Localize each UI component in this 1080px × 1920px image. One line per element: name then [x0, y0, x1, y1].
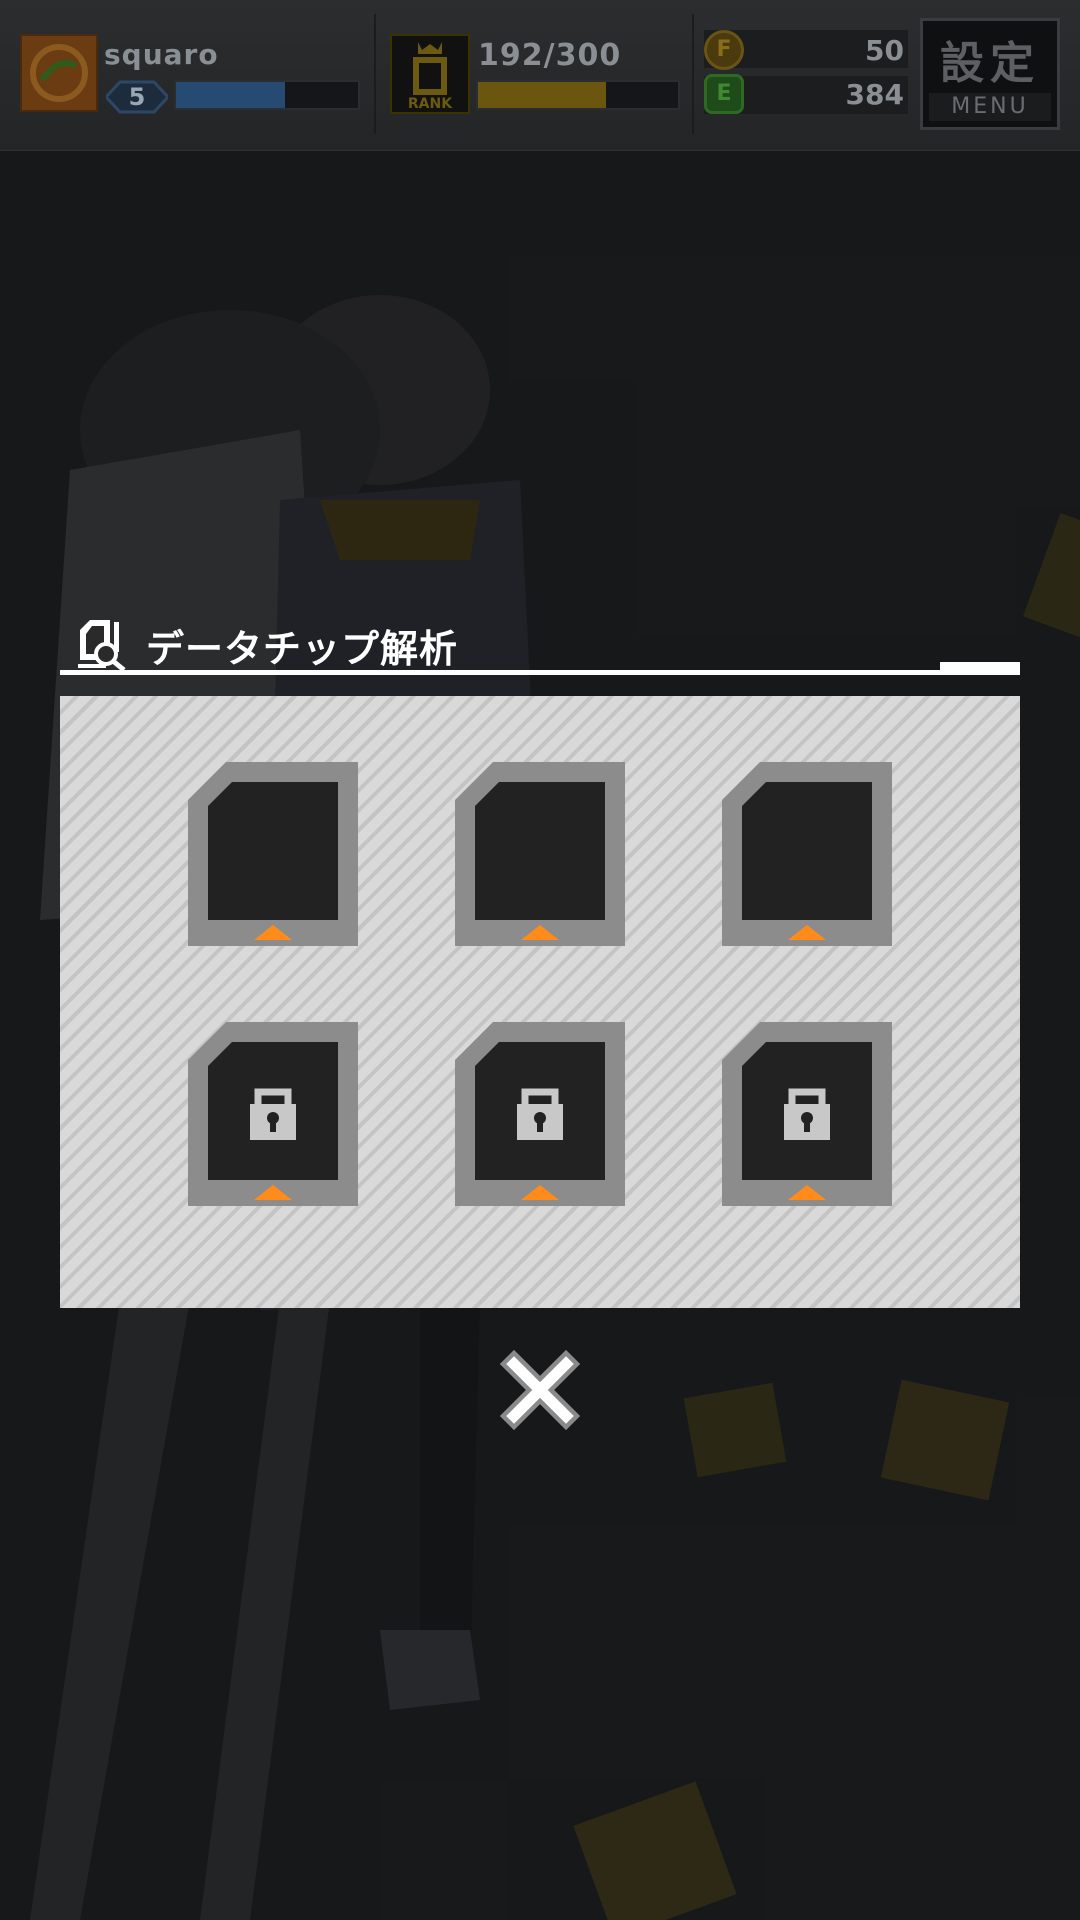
- currency-e-label: E: [716, 81, 732, 106]
- chip-slot-1[interactable]: [188, 762, 358, 946]
- chip-slot-2[interactable]: [455, 762, 625, 946]
- currency-e-value: 384: [845, 78, 904, 111]
- currency-f-value: 50: [865, 34, 904, 67]
- rank-progress-text: 192/300: [478, 38, 622, 73]
- chip-frame-icon: [188, 1022, 358, 1206]
- hud-divider: [692, 14, 694, 134]
- player-avatar[interactable]: [20, 34, 98, 112]
- currency-e-can-icon: E: [704, 74, 744, 114]
- top-hud: squaro 5 RANK 192/300 F 50 E 384 設定 MENU: [0, 0, 1080, 151]
- title-tab-accent: [940, 662, 1020, 672]
- avatar-emblem-icon: [30, 44, 88, 102]
- chip-frame-icon: [455, 762, 625, 946]
- rank-bar-fill: [478, 82, 606, 108]
- chip-slot-6[interactable]: [722, 1022, 892, 1206]
- chip-frame-icon: [455, 1022, 625, 1206]
- title-underline: [60, 670, 1020, 675]
- chip-frame-icon: [188, 762, 358, 946]
- exp-bar: [174, 80, 360, 110]
- chip-frame-icon: [722, 762, 892, 946]
- menu-button[interactable]: 設定 MENU: [920, 18, 1060, 130]
- exp-bar-fill: [176, 82, 286, 108]
- player-name: squaro: [104, 38, 219, 71]
- currency-f-coin-icon: F: [704, 30, 744, 70]
- rank-bar: [476, 80, 680, 110]
- player-level: 5: [128, 83, 146, 111]
- close-x-icon[interactable]: [500, 1350, 580, 1430]
- rank-crown-icon: RANK: [408, 42, 453, 112]
- data-chip-panel: [60, 696, 1020, 1308]
- currency-f-label: F: [716, 37, 732, 62]
- chip-slot-3[interactable]: [722, 762, 892, 946]
- menu-label: MENU: [929, 93, 1051, 121]
- panel-title: データチップ解析: [146, 627, 459, 671]
- data-chip-search-icon: [78, 620, 126, 672]
- chip-slot-4[interactable]: [188, 1022, 358, 1206]
- chip-slot-5[interactable]: [455, 1022, 625, 1206]
- menu-kanji: 設定: [940, 38, 1040, 89]
- chip-frame-icon: [722, 1022, 892, 1206]
- rank-icon-label: RANK: [408, 96, 453, 112]
- hud-divider: [374, 14, 376, 134]
- rank-icon: RANK: [390, 34, 470, 114]
